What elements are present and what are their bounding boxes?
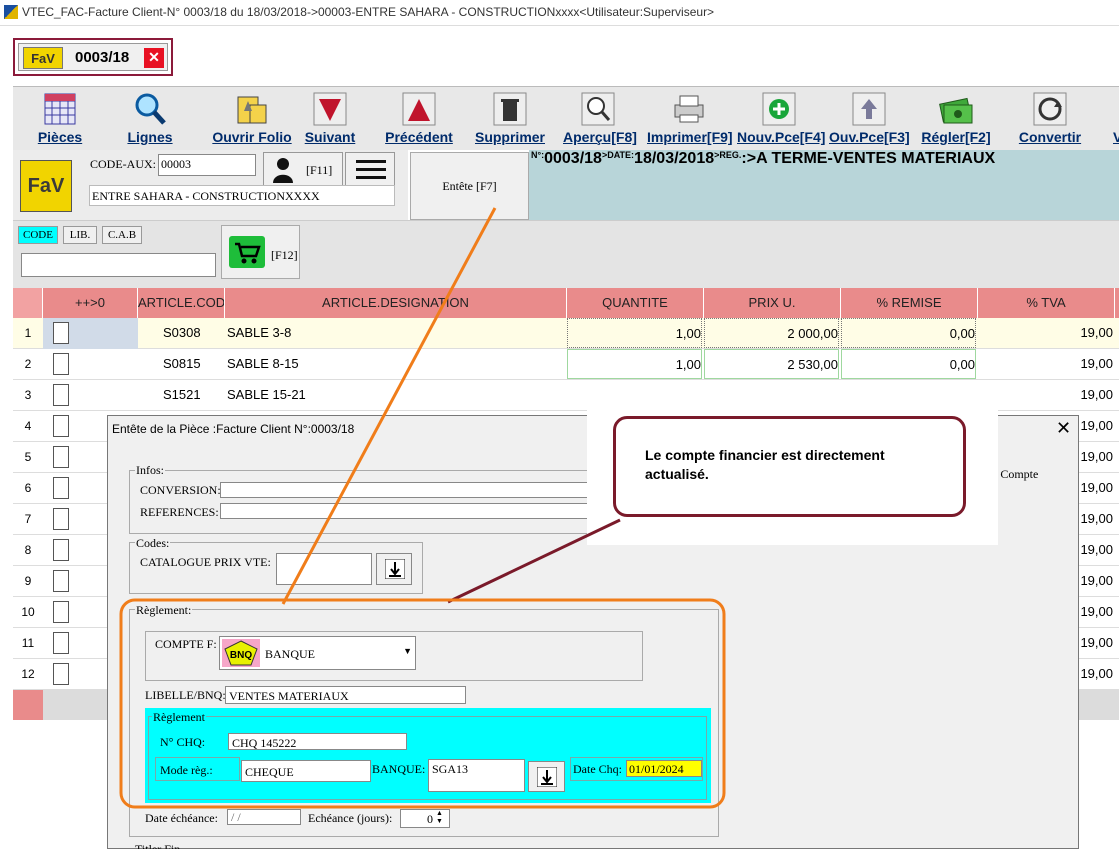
orange-pointer-line (281, 207, 497, 605)
reglement-highlight (119, 598, 726, 809)
annotation-overlay (119, 207, 726, 809)
callout-pointer-line (447, 518, 621, 604)
